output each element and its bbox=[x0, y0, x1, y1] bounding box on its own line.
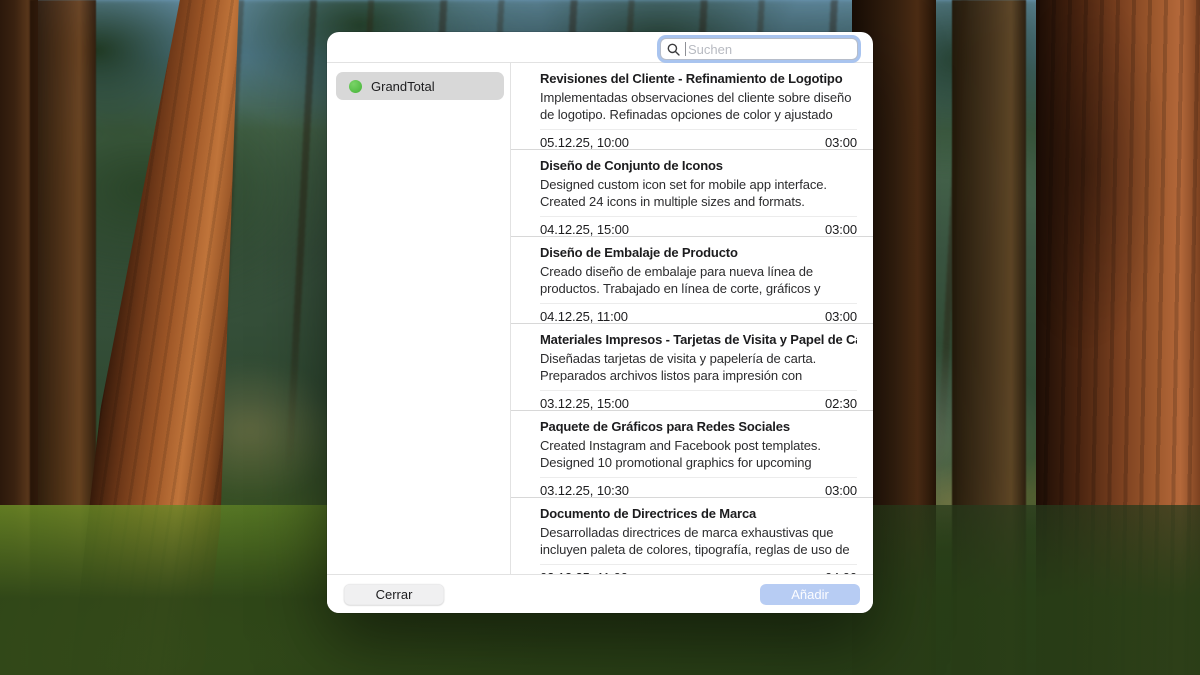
entry-meta-row: 05.12.25, 10:00 03:00 bbox=[540, 130, 857, 150]
time-entries-dialog: GrandTotal Revisiones del Cliente - Refi… bbox=[327, 32, 873, 613]
entry-meta-row: 04.12.25, 15:00 03:00 bbox=[540, 217, 857, 237]
add-button[interactable]: Añadir bbox=[760, 583, 860, 605]
sidebar-item-label: GrandTotal bbox=[371, 78, 435, 94]
entry-description: Designed custom icon set for mobile app … bbox=[540, 177, 827, 209]
entry-title: Diseño de Conjunto de Iconos bbox=[540, 158, 723, 173]
entry-title: Paquete de Gráficos para Redes Sociales bbox=[540, 419, 790, 434]
entry-description: Diseñadas tarjetas de visita y papelería… bbox=[540, 351, 817, 383]
time-entry-row[interactable]: Materiales Impresos - Tarjetas de Visita… bbox=[511, 324, 873, 411]
time-entry-row[interactable]: Documento de Directrices de Marca Desarr… bbox=[511, 498, 873, 574]
dialog-body: GrandTotal Revisiones del Cliente - Refi… bbox=[327, 63, 873, 574]
entry-title: Diseño de Embalaje de Producto bbox=[540, 245, 738, 260]
entry-datetime: 03.12.25, 10:30 bbox=[540, 483, 629, 498]
entry-description: Creado diseño de embalaje para nueva lín… bbox=[540, 264, 821, 296]
entry-title: Documento de Directrices de Marca bbox=[540, 506, 757, 521]
entry-list: Revisiones del Cliente - Refinamiento de… bbox=[511, 63, 873, 574]
search-input[interactable] bbox=[687, 41, 851, 57]
entry-datetime: 05.12.25, 10:00 bbox=[540, 135, 629, 150]
close-button[interactable]: Cerrar bbox=[344, 583, 444, 605]
entry-datetime: 04.12.25, 15:00 bbox=[540, 222, 629, 237]
search-icon bbox=[667, 43, 680, 56]
entry-meta-row: 03.12.25, 15:00 02:30 bbox=[540, 391, 857, 411]
entry-datetime: 03.12.25, 15:00 bbox=[540, 396, 629, 411]
entry-meta-row: 04.12.25, 11:00 03:00 bbox=[540, 304, 857, 324]
dialog-header bbox=[327, 32, 873, 63]
entry-meta-row: 02.12.25, 11:00 04:00 bbox=[540, 565, 857, 574]
sidebar-item-grandtotal[interactable]: GrandTotal bbox=[336, 72, 504, 100]
entry-datetime: 04.12.25, 11:00 bbox=[540, 309, 628, 324]
sidebar: GrandTotal bbox=[327, 63, 511, 574]
entry-duration: 02:30 bbox=[824, 396, 857, 411]
entry-description: Implementadas observaciones del cliente … bbox=[540, 90, 852, 122]
entry-title: Materiales Impresos - Tarjetas de Visita… bbox=[540, 332, 857, 347]
dialog-footer: Cerrar Añadir bbox=[327, 574, 873, 613]
entry-duration: 03:00 bbox=[824, 309, 857, 324]
entry-duration: 03:00 bbox=[824, 222, 857, 237]
time-entry-row[interactable]: Diseño de Embalaje de Producto Creado di… bbox=[511, 237, 873, 324]
time-entry-row[interactable]: Paquete de Gráficos para Redes Sociales … bbox=[511, 411, 873, 498]
entry-title: Revisiones del Cliente - Refinamiento de… bbox=[540, 71, 843, 86]
entry-meta-row: 03.12.25, 10:30 03:00 bbox=[540, 478, 857, 498]
search-field[interactable] bbox=[660, 38, 858, 60]
status-dot-icon bbox=[349, 79, 362, 93]
entry-duration: 03:00 bbox=[824, 135, 857, 150]
entry-description: Created Instagram and Facebook post temp… bbox=[540, 438, 821, 470]
entry-duration: 03:00 bbox=[824, 483, 857, 498]
time-entry-row[interactable]: Diseño de Conjunto de Iconos Designed cu… bbox=[511, 150, 873, 237]
time-entry-row[interactable]: Revisiones del Cliente - Refinamiento de… bbox=[511, 63, 873, 150]
entry-description: Desarrolladas directrices de marca exhau… bbox=[540, 525, 850, 557]
text-cursor bbox=[685, 42, 686, 56]
